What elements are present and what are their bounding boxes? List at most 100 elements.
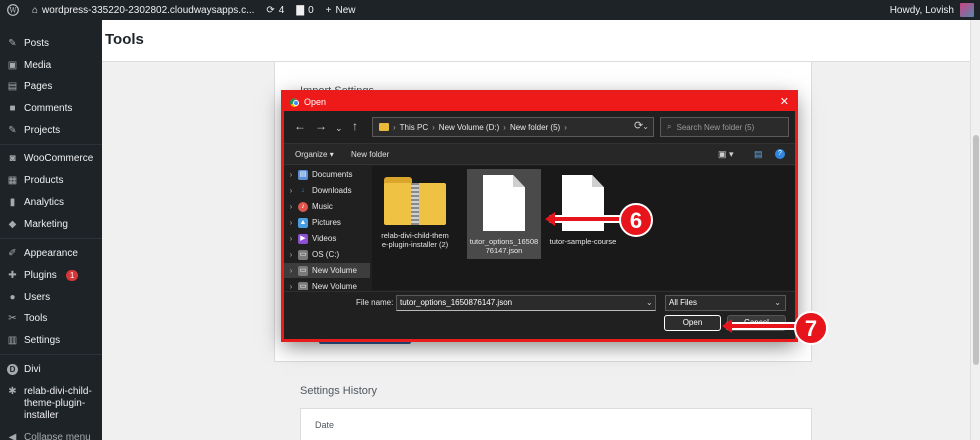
- sidebar-item-users[interactable]: ● Users: [0, 292, 102, 304]
- breadcrumb-this-pc[interactable]: This PC: [400, 123, 428, 132]
- sidebar-item-media[interactable]: ▣ Media: [0, 60, 102, 72]
- chevron-right-icon[interactable]: ›: [284, 250, 298, 259]
- comments-link[interactable]: ▇ 0: [290, 0, 319, 20]
- tree-item-music[interactable]: › ♪ Music: [284, 199, 370, 214]
- chevron-right-icon[interactable]: ›: [284, 234, 298, 243]
- file-name-input[interactable]: tutor_options_1650876147.json: [396, 295, 656, 311]
- back-arrow-icon[interactable]: ←: [294, 120, 306, 132]
- annotation-arrow-7: [722, 319, 798, 333]
- woo-icon: ◙: [9, 153, 16, 164]
- close-icon[interactable]: ✕: [780, 95, 789, 108]
- tree-item-pictures[interactable]: › ▲ Pictures: [284, 215, 370, 230]
- sidebar-item-plugins[interactable]: ✚ Plugins 1: [0, 270, 102, 282]
- sidebar-item-posts[interactable]: ✎ Posts: [0, 38, 102, 50]
- admin-bar: W ⌂ wordpress-335220-2302802.cloudwaysap…: [0, 0, 980, 20]
- media-icon: ▣: [7, 60, 18, 71]
- refresh-icon[interactable]: ⟳: [634, 119, 643, 132]
- breadcrumb-new-volume[interactable]: New Volume (D:): [439, 123, 499, 132]
- search-input[interactable]: ⌕ Search New folder (5): [660, 117, 789, 137]
- tree-item-new-volume[interactable]: › ▭ New Volume: [284, 263, 370, 278]
- file-item-zip[interactable]: relab-divi-child-theme-plugin-installer …: [378, 169, 452, 273]
- sidebar-item-label: Products: [24, 175, 64, 186]
- sidebar-item-relab-installer[interactable]: ✱ relab-divi-child-theme-plugin-installer: [0, 386, 102, 422]
- sidebar-item-pages[interactable]: ▤ Pages: [0, 81, 102, 93]
- page-title: Tools: [105, 31, 144, 48]
- wordpress-logo-icon[interactable]: W: [0, 0, 26, 20]
- sidebar-item-appearance[interactable]: ✐ Appearance: [0, 248, 102, 260]
- sidebar-item-divi[interactable]: D Divi: [0, 364, 102, 376]
- sidebar-item-label: relab-divi-child-theme-plugin-installer: [24, 386, 92, 421]
- sidebar-item-label: Divi: [24, 364, 41, 375]
- plug-icon: ✚: [8, 270, 17, 281]
- help-icon[interactable]: ?: [775, 149, 785, 159]
- tree-item-downloads[interactable]: › ↓ Downloads: [284, 183, 370, 198]
- drive-icon: ▭: [298, 281, 308, 290]
- sidebar-item-label: Posts: [24, 38, 50, 49]
- file-type-select[interactable]: All Files ⌄: [665, 295, 786, 311]
- file-name-label: File name:: [356, 298, 394, 307]
- tree-item-label: Downloads: [312, 186, 352, 195]
- tree-item-new-volume-2[interactable]: › ▭ New Volume: [284, 279, 370, 290]
- drive-icon: ▭: [298, 265, 308, 276]
- analytics-icon: ▮: [9, 197, 16, 208]
- recent-chevron-icon[interactable]: ⌄: [335, 122, 343, 134]
- new-folder-button[interactable]: New folder: [351, 150, 389, 159]
- sidebar-item-woocommerce[interactable]: ◙ WooCommerce: [0, 153, 102, 165]
- view-options-icon[interactable]: ▣ ▾: [718, 149, 734, 160]
- chevron-right-icon[interactable]: ›: [284, 266, 298, 275]
- chevron-right-icon[interactable]: ›: [284, 218, 298, 227]
- my-account[interactable]: Howdy, Lovish: [884, 0, 980, 20]
- chevron-right-icon: ›: [503, 122, 506, 132]
- pages-icon: ▤: [7, 81, 18, 92]
- new-content-link[interactable]: + New: [320, 0, 362, 20]
- file-list: relab-divi-child-theme-plugin-installer …: [372, 166, 795, 290]
- updates-link[interactable]: ⟳ 4: [260, 0, 290, 20]
- annotation-step-7: 7: [794, 311, 828, 345]
- tree-item-os-c[interactable]: › ▭ OS (C:): [284, 247, 370, 262]
- file-item-tutor-options[interactable]: tutor_options_1650876147.json: [467, 169, 541, 259]
- chevron-right-icon: ›: [393, 122, 396, 132]
- sidebar-item-marketing[interactable]: ◆ Marketing: [0, 219, 102, 231]
- howdy-text: Howdy, Lovish: [889, 4, 954, 16]
- chevron-right-icon[interactable]: ›: [284, 202, 298, 211]
- page-scrollbar-thumb[interactable]: [973, 135, 979, 365]
- forward-arrow-icon[interactable]: →: [315, 120, 327, 132]
- sidebar-item-analytics[interactable]: ▮ Analytics: [0, 197, 102, 209]
- sidebar-item-collapse[interactable]: ◀ Collapse menu: [0, 432, 102, 440]
- page-header: Tools: [102, 20, 970, 62]
- chevron-down-icon[interactable]: ⌄: [646, 298, 653, 307]
- chevron-right-icon[interactable]: ›: [284, 186, 298, 195]
- breadcrumb-new-folder[interactable]: New folder (5): [510, 123, 560, 132]
- sidebar-item-settings[interactable]: ▥ Settings: [0, 335, 102, 347]
- sidebar-item-comments[interactable]: ■ Comments: [0, 103, 102, 115]
- site-name-link[interactable]: ⌂ wordpress-335220-2302802.cloudwaysapps…: [26, 0, 260, 20]
- tree-item-label: Documents: [312, 170, 353, 179]
- sidebar-item-projects[interactable]: ✎ Projects: [0, 125, 102, 137]
- tree-item-documents[interactable]: › ▤ Documents: [284, 167, 370, 182]
- chevron-right-icon[interactable]: ›: [284, 282, 298, 290]
- file-item-tutor-sample[interactable]: tutor-sample-course: [546, 169, 620, 259]
- preview-pane-icon[interactable]: ▤: [754, 149, 763, 160]
- page-scrollbar[interactable]: [970, 20, 980, 440]
- drive-icon: ▭: [298, 249, 308, 260]
- file-name: tutor_options_1650876147.json: [469, 237, 539, 255]
- chevron-right-icon[interactable]: ›: [284, 170, 298, 179]
- up-arrow-icon[interactable]: ↑: [352, 120, 358, 132]
- products-icon: ▦: [7, 175, 18, 186]
- tree-item-label: Videos: [312, 234, 337, 243]
- tree-item-label: New Volume: [312, 282, 357, 290]
- chevron-down-icon[interactable]: ⌄: [642, 122, 649, 131]
- organize-menu[interactable]: Organize ▾: [295, 150, 334, 159]
- comments-count: 0: [308, 4, 314, 16]
- sidebar-item-label: Plugins: [24, 270, 57, 281]
- navigation-pane: › ▤ Documents › ↓ Downloads › ♪ Music › ▲ Pictur…: [284, 166, 370, 290]
- tree-item-videos[interactable]: › ▶ Videos: [284, 231, 370, 246]
- address-bar[interactable]: › This PC › New Volume (D:) › New folder…: [372, 117, 654, 137]
- open-button[interactable]: Open: [664, 315, 721, 331]
- updates-count: 4: [278, 4, 285, 16]
- sidebar-item-label: Appearance: [24, 248, 78, 259]
- admin-sidebar: ✎ Posts ▣ Media ▤ Pages ■ Comments ✎ Projects…: [0, 20, 102, 440]
- sidebar-item-products[interactable]: ▦ Products: [0, 175, 102, 187]
- sidebar-item-tools[interactable]: ✂ Tools: [0, 313, 102, 325]
- dialog-title: Open: [304, 97, 327, 107]
